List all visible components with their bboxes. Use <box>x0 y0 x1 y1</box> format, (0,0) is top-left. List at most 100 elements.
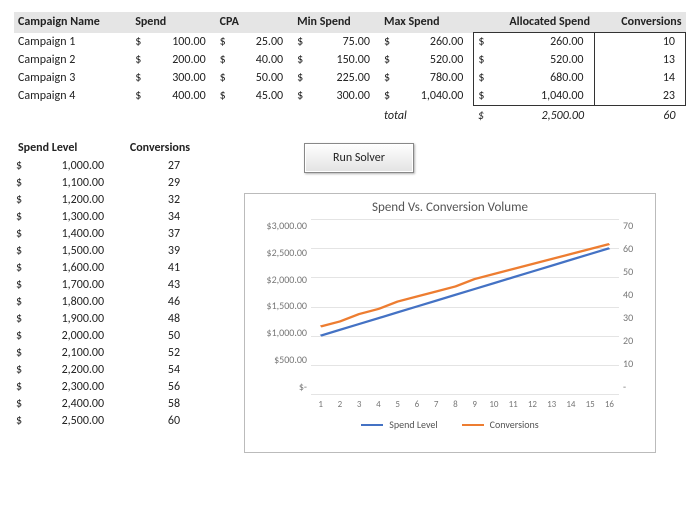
chart-title: Spend Vs. Conversion Volume <box>255 200 645 215</box>
x-tick: 6 <box>407 399 426 410</box>
cell-alloc: 520.00 <box>491 51 594 69</box>
cell-min: 150.00 <box>310 51 380 69</box>
x-tick: 8 <box>446 399 465 410</box>
y-tick-right: 50 <box>623 265 645 278</box>
x-tick: 15 <box>581 399 600 410</box>
cell-conversions: 48 <box>114 310 194 327</box>
level-col-conv: Conversions <box>114 139 194 157</box>
x-tick: 14 <box>561 399 580 410</box>
x-tick: 2 <box>330 399 349 410</box>
y-tick-right: - <box>623 380 645 393</box>
cell-spend-level: 1,400.00 <box>24 225 114 242</box>
table-row: $1,100.0029 <box>14 174 194 191</box>
currency-symbol: $ <box>14 344 24 361</box>
y-tick-left: $2,000.00 <box>255 273 307 286</box>
currency-symbol: $ <box>14 378 24 395</box>
currency-symbol: $ <box>14 310 24 327</box>
currency-symbol: $ <box>14 361 24 378</box>
cell-conversions: 43 <box>114 276 194 293</box>
cell-name: Campaign 3 <box>14 69 131 87</box>
table-row: Campaign 1$100.00$25.00$75.00$260.00$260… <box>14 33 686 52</box>
currency-symbol: $ <box>293 51 310 69</box>
legend-swatch-spend <box>361 424 383 426</box>
currency-symbol: $ <box>14 174 24 191</box>
currency-symbol: $ <box>131 69 148 87</box>
y-axis-left: $3,000.00$2,500.00$2,000.00$1,500.00$1,0… <box>255 219 311 395</box>
table-row: $1,500.0039 <box>14 242 194 259</box>
run-solver-button[interactable]: Run Solver <box>304 143 414 173</box>
currency-symbol: $ <box>293 87 310 106</box>
cell-conversions: 41 <box>114 259 194 276</box>
cell-spend-level: 1,100.00 <box>24 174 114 191</box>
table-row: $1,600.0041 <box>14 259 194 276</box>
cell-max: 520.00 <box>396 51 473 69</box>
table-row: $1,300.0034 <box>14 208 194 225</box>
x-axis: 12345678910111213141516 <box>311 395 619 410</box>
table-row: $2,100.0052 <box>14 344 194 361</box>
cell-spend-level: 1,200.00 <box>24 191 114 208</box>
col-alloc: Allocated Spend <box>474 12 594 33</box>
currency-symbol: $ <box>14 191 24 208</box>
currency-symbol: $ <box>380 51 397 69</box>
cell-conversions: 54 <box>114 361 194 378</box>
cell-conversions: 58 <box>114 395 194 412</box>
table-row: $1,700.0043 <box>14 276 194 293</box>
currency-symbol: $ <box>14 208 24 225</box>
x-tick: 5 <box>388 399 407 410</box>
currency-symbol: $ <box>14 276 24 293</box>
cell-spend: 100.00 <box>148 33 216 52</box>
series-spend-level <box>321 248 610 335</box>
y-tick-left: $500.00 <box>255 353 307 366</box>
cell-conv: 23 <box>594 87 685 106</box>
cell-cpa: 45.00 <box>232 87 293 106</box>
cell-cpa: 40.00 <box>232 51 293 69</box>
campaign-table: Campaign Name Spend CPA Min Spend Max Sp… <box>14 12 686 125</box>
cell-spend-level: 1,000.00 <box>24 157 114 174</box>
cell-spend-level: 2,000.00 <box>24 327 114 344</box>
legend-spend: Spend Level <box>361 418 437 431</box>
cell-min: 300.00 <box>310 87 380 106</box>
x-tick: 7 <box>427 399 446 410</box>
cell-spend-level: 2,200.00 <box>24 361 114 378</box>
y-tick-right: 40 <box>623 288 645 301</box>
cell-conv: 10 <box>594 33 685 52</box>
x-tick: 11 <box>504 399 523 410</box>
cell-spend-level: 2,500.00 <box>24 412 114 429</box>
currency-symbol: $ <box>216 51 233 69</box>
col-min: Min Spend <box>293 12 380 33</box>
cell-conversions: 52 <box>114 344 194 361</box>
cell-spend-level: 1,800.00 <box>24 293 114 310</box>
currency-symbol: $ <box>216 33 233 52</box>
currency-symbol: $ <box>474 87 491 106</box>
y-tick-left: $- <box>255 380 307 393</box>
currency-symbol: $ <box>131 87 148 106</box>
x-tick: 13 <box>542 399 561 410</box>
table-row: $1,200.0032 <box>14 191 194 208</box>
cell-conversions: 50 <box>114 327 194 344</box>
cell-spend-level: 2,300.00 <box>24 378 114 395</box>
table-row: $2,300.0056 <box>14 378 194 395</box>
cell-name: Campaign 2 <box>14 51 131 69</box>
table-row: $2,200.0054 <box>14 361 194 378</box>
cell-name: Campaign 1 <box>14 33 131 52</box>
currency-symbol: $ <box>14 259 24 276</box>
x-tick: 4 <box>369 399 388 410</box>
table-row: $1,800.0046 <box>14 293 194 310</box>
currency-symbol: $ <box>131 33 148 52</box>
cell-max: 780.00 <box>396 69 473 87</box>
y-tick-right: 20 <box>623 334 645 347</box>
currency-symbol: $ <box>14 412 24 429</box>
table-row: $1,400.0037 <box>14 225 194 242</box>
x-tick: 9 <box>465 399 484 410</box>
y-tick-right: 30 <box>623 311 645 324</box>
cell-spend-level: 1,700.00 <box>24 276 114 293</box>
table-row: $2,000.0050 <box>14 327 194 344</box>
cell-conversions: 37 <box>114 225 194 242</box>
cell-spend-level: 1,500.00 <box>24 242 114 259</box>
grid-line <box>311 394 619 395</box>
currency-symbol: $ <box>14 225 24 242</box>
y-tick-left: $1,000.00 <box>255 326 307 339</box>
cell-conversions: 39 <box>114 242 194 259</box>
table-row: $2,400.0058 <box>14 395 194 412</box>
cell-alloc: 680.00 <box>491 69 594 87</box>
